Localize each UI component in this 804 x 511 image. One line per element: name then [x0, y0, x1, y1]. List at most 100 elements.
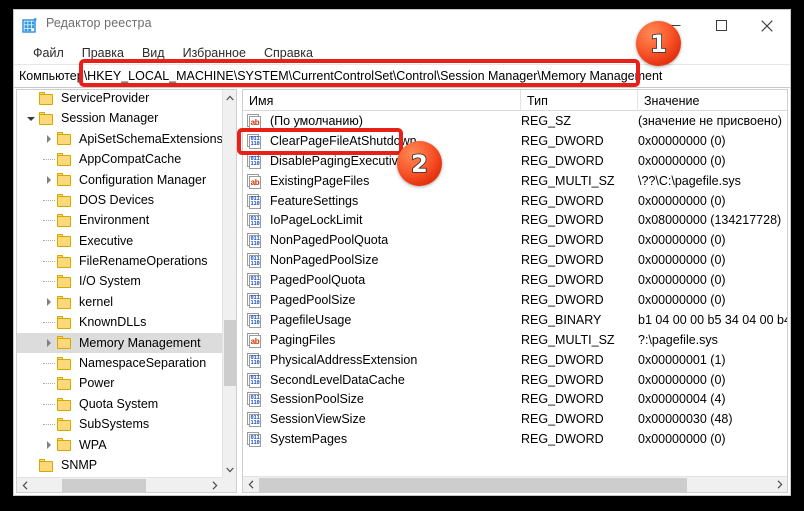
value-data-cell: 0x00000000 (0): [638, 253, 726, 268]
tree-item-label: kernel: [79, 294, 114, 309]
tree-item[interactable]: WPA: [17, 435, 222, 455]
value-type-cell: REG_DWORD: [521, 352, 604, 367]
tree-item[interactable]: KnownDLLs: [17, 312, 222, 332]
tree-item[interactable]: Session Manager: [17, 108, 222, 128]
tree-item[interactable]: ApiSetSchemaExtensions: [17, 129, 222, 149]
tree-scroll-down-arrow[interactable]: [223, 462, 236, 477]
values-list-row[interactable]: 011 110 SessionPoolSize REG_DWORD 0x00000004…: [243, 389, 787, 409]
tree-expand-chevron-icon[interactable]: [41, 435, 57, 455]
address-bar[interactable]: Компьютер \HKEY_LOCAL_MACHINE\SYSTEM\Cur…: [14, 64, 790, 88]
values-list-row[interactable]: 011 110 PhysicalAddressExtension REG_DWORD 0…: [243, 350, 787, 370]
values-horizontal-scrollbar[interactable]: [243, 476, 787, 492]
tree-collapse-chevron-icon[interactable]: [23, 109, 39, 129]
tree-scroll-right-arrow[interactable]: [207, 478, 222, 492]
chevron-right-icon: [47, 338, 51, 347]
menu-item-2[interactable]: Правка: [73, 44, 133, 62]
tree-item[interactable]: SNMP: [17, 455, 222, 475]
tree-leaf-connector: [41, 272, 57, 292]
tree-leaf-connector: [41, 231, 57, 251]
value-data-cell: ?:\pagefile.sys: [638, 332, 718, 347]
close-button[interactable]: [744, 10, 790, 41]
values-scroll-right-arrow[interactable]: [772, 477, 787, 492]
tree-expander-empty: [23, 90, 39, 108]
tree-leaf-connector: [41, 149, 57, 169]
tree-item[interactable]: AppCompatCache: [17, 149, 222, 169]
tree-item-label: ServiceProvider: [61, 90, 150, 105]
dword-value-icon: 011 110: [247, 233, 265, 249]
dword-value-icon: 011 110: [247, 412, 265, 428]
values-list-row[interactable]: ab ExistingPageFiles REG_MULTI_SZ \??\C:\pa…: [243, 171, 787, 191]
dword-value-icon: 011 110: [247, 153, 265, 169]
tree-expand-chevron-icon[interactable]: [41, 170, 57, 190]
values-list-rows[interactable]: ab (По умолчанию) REG_SZ (значение не присв…: [243, 111, 787, 476]
registry-tree[interactable]: ServiceProvider Session Manager ApiSetSche…: [17, 90, 222, 477]
values-list-row[interactable]: 011 110 NonPagedPoolSize REG_DWORD 0x0000000…: [243, 250, 787, 270]
tree-item[interactable]: Power: [17, 373, 222, 393]
values-horizontal-scroll-thumb[interactable]: [259, 478, 687, 492]
values-list-row[interactable]: 011 110 SystemPages REG_DWORD 0x00000000 (0): [243, 429, 787, 449]
tree-expand-chevron-icon[interactable]: [41, 129, 57, 149]
tree-scroll-left-arrow[interactable]: [17, 478, 32, 492]
value-data-cell: 0x00000001 (1): [638, 352, 726, 367]
tree-item[interactable]: Environment: [17, 210, 222, 230]
value-data-cell: 0x00000000 (0): [638, 133, 726, 148]
tree-expand-chevron-icon[interactable]: [41, 333, 57, 353]
value-type-cell: REG_DWORD: [521, 153, 604, 168]
menu-item-5[interactable]: Справка: [255, 44, 322, 62]
values-list-row[interactable]: 011 110 NonPagedPoolQuota REG_DWORD 0x000000…: [243, 230, 787, 250]
tree-item[interactable]: ServiceProvider: [17, 90, 222, 108]
close-icon: [761, 19, 773, 32]
tree-leaf-connector: [41, 414, 57, 434]
column-header-2[interactable]: Тип: [521, 90, 638, 111]
menu-item-1[interactable]: Файл: [24, 44, 73, 62]
tree-item-label: NamespaceSeparation: [79, 356, 207, 371]
tree-item-label: Session Manager: [61, 111, 159, 126]
tree-item[interactable]: SubSystems: [17, 414, 222, 434]
tree-item[interactable]: I/O System: [17, 272, 222, 292]
tree-vertical-scroll-thumb[interactable]: [224, 320, 236, 386]
tree-item[interactable]: Executive: [17, 231, 222, 251]
tree-item[interactable]: FileRenameOperations: [17, 251, 222, 271]
dword-value-icon: 011 110: [247, 392, 265, 408]
tree-item[interactable]: Configuration Manager: [17, 170, 222, 190]
menu-item-3[interactable]: Вид: [133, 44, 174, 62]
values-list-row[interactable]: 011 110 PagefileUsage REG_BINARY b1 04 00 00…: [243, 310, 787, 330]
menu-item-4[interactable]: Избранное: [174, 44, 255, 62]
values-list-row[interactable]: ab (По умолчанию) REG_SZ (значение не присв…: [243, 111, 787, 131]
values-list-row[interactable]: 011 110 ClearPageFileAtShutdown REG_DWORD 0x…: [243, 131, 787, 151]
values-list-row[interactable]: 011 110 IoPageLockLimit REG_DWORD 0x08000000…: [243, 210, 787, 230]
tree-item[interactable]: DOS Devices: [17, 190, 222, 210]
tree-expand-chevron-icon[interactable]: [41, 292, 57, 312]
tree-horizontal-scroll-thumb[interactable]: [62, 479, 146, 492]
folder-icon: [57, 417, 75, 431]
tree-item[interactable]: Quota System: [17, 394, 222, 414]
values-list-row[interactable]: 011 110 DisablePagingExecutive REG_DWORD 0x0…: [243, 151, 787, 171]
dotted-connector-icon: [43, 403, 55, 405]
tree-leaf-connector: [41, 211, 57, 231]
tree-leaf-connector: [41, 374, 57, 394]
value-name-label: SessionViewSize: [270, 412, 366, 427]
values-list-row[interactable]: 011 110 PagedPoolQuota REG_DWORD 0x00000000 …: [243, 270, 787, 290]
values-list-row[interactable]: 011 110 FeatureSettings REG_DWORD 0x00000000…: [243, 191, 787, 211]
tree-item-label: Executive: [79, 233, 134, 248]
values-list-row[interactable]: ab PagingFiles REG_MULTI_SZ ?:\pagefile.sys: [243, 330, 787, 350]
maximize-button[interactable]: [698, 10, 744, 41]
tree-item[interactable]: NamespaceSeparation: [17, 353, 222, 373]
tree-item[interactable]: kernel: [17, 292, 222, 312]
tree-item[interactable]: Memory Management: [17, 332, 222, 354]
values-list-row[interactable]: 011 110 PagedPoolSize REG_DWORD 0x00000000 (…: [243, 290, 787, 310]
values-list-header: Имя Тип Значение: [243, 90, 787, 111]
tree-scroll-up-arrow[interactable]: [223, 90, 236, 105]
value-name-label: NonPagedPoolQuota: [270, 233, 389, 248]
column-header-1[interactable]: Имя: [243, 90, 521, 111]
tree-horizontal-scrollbar[interactable]: [17, 477, 222, 492]
values-list-row[interactable]: 011 110 SessionViewSize REG_DWORD 0x00000030…: [243, 409, 787, 429]
value-name-label: PagedPoolSize: [270, 292, 356, 307]
column-header-3[interactable]: Значение: [638, 90, 787, 111]
values-scroll-left-arrow[interactable]: [243, 477, 258, 492]
tree-vertical-scrollbar[interactable]: [222, 90, 236, 477]
string-value-icon: ab: [247, 332, 265, 348]
values-list-row[interactable]: 011 110 SecondLevelDataCache REG_DWORD 0x000…: [243, 370, 787, 390]
dotted-connector-icon: [43, 260, 55, 262]
value-data-cell: 0x00000000 (0): [638, 372, 726, 387]
